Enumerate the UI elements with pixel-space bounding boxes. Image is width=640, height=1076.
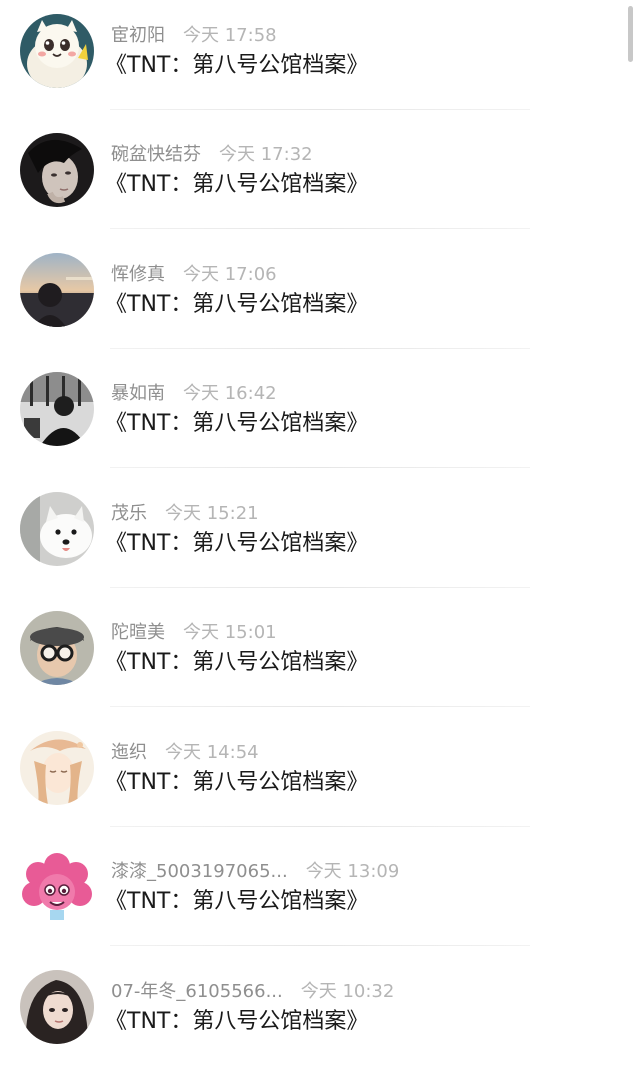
comment-meta: 暴如南 今天 16:42 (111, 381, 277, 407)
username[interactable]: 碗盆快结芬 (111, 144, 201, 165)
username[interactable]: 漆漆_5003197065... (111, 861, 288, 882)
sunset-portrait-avatar-icon[interactable] (20, 253, 94, 327)
comment-item[interactable]: 茂乐 今天 15:21 《TNT：第八号公馆档案》 (0, 478, 640, 598)
portrait-dark-hair-avatar-icon[interactable] (20, 133, 94, 207)
comment-text[interactable]: 《TNT：第八号公馆档案》 (105, 1006, 368, 1038)
username[interactable]: 宦初阳 (111, 25, 165, 46)
comment-meta: 漆漆_5003197065... 今天 13:09 (111, 859, 399, 885)
comment-text[interactable]: 《TNT：第八号公馆档案》 (105, 169, 368, 201)
username[interactable]: 07-年冬_6105566... (111, 981, 283, 1002)
timestamp: 今天 16:42 (183, 383, 277, 404)
comment-text[interactable]: 《TNT：第八号公馆档案》 (105, 528, 368, 560)
scrollbar[interactable] (628, 6, 633, 62)
divider (110, 228, 530, 229)
comment-text[interactable]: 《TNT：第八号公馆档案》 (105, 647, 368, 679)
comment-text[interactable]: 《TNT：第八号公馆档案》 (105, 408, 368, 440)
timestamp: 今天 14:54 (165, 742, 259, 763)
comment-item[interactable]: 恽修真 今天 17:06 《TNT：第八号公馆档案》 (0, 239, 640, 359)
white-dog-avatar-icon[interactable] (20, 492, 94, 566)
cartoon-cat-avatar-icon[interactable] (20, 14, 94, 88)
comment-text[interactable]: 《TNT：第八号公馆档案》 (105, 50, 368, 82)
comment-meta: 宦初阳 今天 17:58 (111, 23, 277, 49)
divider (110, 826, 530, 827)
comment-item[interactable]: 宦初阳 今天 17:58 《TNT：第八号公馆档案》 (0, 0, 640, 120)
comment-meta: 恽修真 今天 17:06 (111, 262, 277, 288)
anime-illustration-avatar-icon[interactable] (20, 731, 94, 805)
timestamp: 今天 10:32 (300, 981, 395, 1002)
comment-list: 宦初阳 今天 17:58 《TNT：第八号公馆档案》 碗盆快结芬 今天 17:32 … (0, 0, 640, 1062)
comment-item[interactable]: 陀暄美 今天 15:01 《TNT：第八号公馆档案》 (0, 597, 640, 717)
comment-text[interactable]: 《TNT：第八号公馆档案》 (105, 767, 368, 799)
timestamp: 今天 17:32 (219, 144, 313, 165)
timestamp: 今天 13:09 (305, 861, 400, 882)
comment-meta: 迤织 今天 14:54 (111, 740, 259, 766)
comment-meta: 陀暄美 今天 15:01 (111, 620, 277, 646)
child-with-glasses-avatar-icon[interactable] (20, 611, 94, 685)
comment-item[interactable]: 暴如南 今天 16:42 《TNT：第八号公馆档案》 (0, 358, 640, 478)
username[interactable]: 陀暄美 (111, 622, 165, 643)
divider (110, 706, 530, 707)
username[interactable]: 茂乐 (111, 503, 147, 524)
comment-item[interactable]: 碗盆快结芬 今天 17:32 《TNT：第八号公馆档案》 (0, 119, 640, 239)
comment-item[interactable]: 07-年冬_6105566... 今天 10:32 《TNT：第八号公馆档案》 (0, 956, 640, 1076)
girl-portrait-avatar-icon[interactable] (20, 970, 94, 1044)
divider (110, 109, 530, 110)
black-white-photo-avatar-icon[interactable] (20, 372, 94, 446)
username[interactable]: 迤织 (111, 742, 147, 763)
username[interactable]: 暴如南 (111, 383, 165, 404)
divider (110, 348, 530, 349)
comment-meta: 茂乐 今天 15:21 (111, 501, 259, 527)
comment-text[interactable]: 《TNT：第八号公馆档案》 (105, 886, 368, 918)
comment-meta: 07-年冬_6105566... 今天 10:32 (111, 979, 394, 1005)
comment-meta: 碗盆快结芬 今天 17:32 (111, 142, 313, 168)
timestamp: 今天 17:06 (183, 264, 277, 285)
comment-text[interactable]: 《TNT：第八号公馆档案》 (105, 289, 368, 321)
comment-item[interactable]: 漆漆_5003197065... 今天 13:09 《TNT：第八号公馆档案》 (0, 836, 640, 956)
timestamp: 今天 15:01 (183, 622, 277, 643)
divider (110, 467, 530, 468)
timestamp: 今天 17:58 (183, 25, 277, 46)
divider (110, 945, 530, 946)
divider (110, 587, 530, 588)
timestamp: 今天 15:21 (165, 503, 259, 524)
comment-item[interactable]: 迤织 今天 14:54 《TNT：第八号公馆档案》 (0, 717, 640, 837)
pink-cartoon-avatar-icon[interactable] (20, 850, 94, 924)
username[interactable]: 恽修真 (111, 264, 165, 285)
